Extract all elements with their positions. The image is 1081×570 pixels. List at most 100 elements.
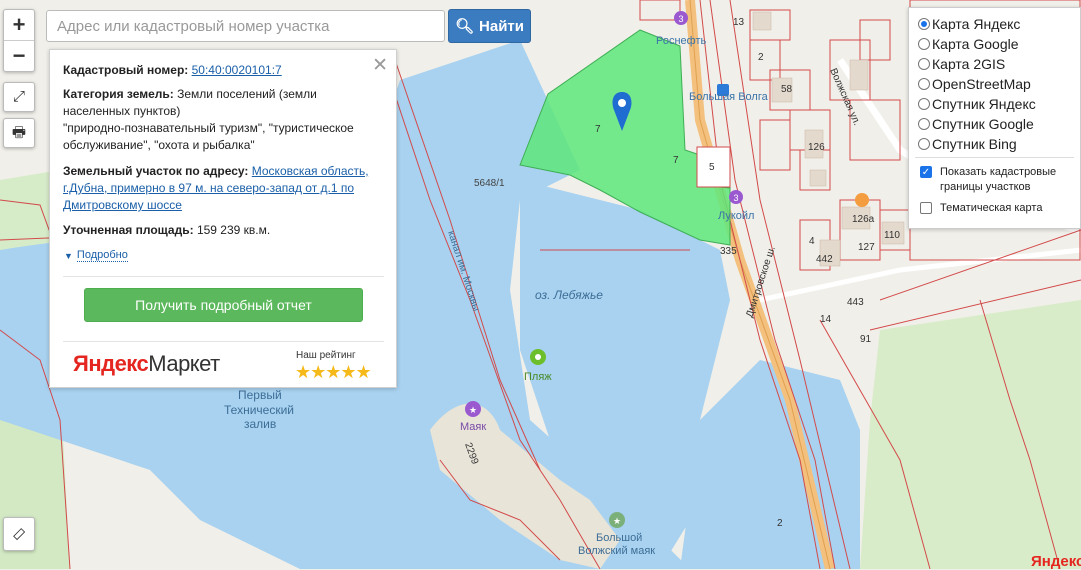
zoom-control: + − (3, 9, 35, 72)
layer-option-label: OpenStreetMap (932, 76, 1031, 92)
label-lukoil: Лукойл (718, 210, 754, 222)
label-n58: 58 (781, 84, 793, 95)
label-n335: 335 (720, 246, 737, 257)
divider (63, 341, 384, 342)
radio-icon (918, 118, 930, 130)
checkbox-unchecked-icon (920, 202, 932, 214)
label-big-mayak-1: Большой (596, 532, 642, 544)
label-n13: 13 (733, 17, 745, 28)
layer-option-label: Спутник Bing (932, 136, 1017, 152)
svg-text:★: ★ (613, 516, 621, 526)
ruler-icon: ▭ (7, 522, 30, 545)
label-rosneft: Роснефть (656, 35, 707, 47)
radio-icon (918, 78, 930, 90)
cadastral-number-link[interactable]: 50:40:0020101:7 (192, 63, 282, 77)
layer-option-label: Спутник Яндекс (932, 96, 1036, 112)
label-n110: 110 (884, 230, 900, 241)
layer-option-label: Карта Яндекс (932, 16, 1021, 32)
divider (915, 157, 1074, 158)
rating-stars: ★★★★★ (295, 362, 372, 382)
svg-text:★: ★ (469, 405, 477, 415)
layer-option[interactable]: OpenStreetMap (918, 76, 1031, 92)
yandex-logo-text: Яндекс (73, 351, 149, 376)
label-bay-2: Технический (224, 403, 294, 417)
yandex-market-logo[interactable]: ЯндексМаркет (73, 351, 220, 377)
lighthouse-icon[interactable]: ★ (465, 401, 481, 417)
zoom-in-button[interactable]: + (4, 10, 34, 40)
label-n126: 126 (808, 142, 825, 153)
area-value: 159 239 кв.м. (196, 223, 271, 237)
label-n14: 14 (820, 314, 832, 325)
label-n4: 4 (809, 236, 815, 247)
label-n127: 127 (858, 242, 875, 253)
cadastral-boundaries-checkbox[interactable]: ✓ Показать кадастровые границы участков (920, 165, 1080, 195)
cadastral-boundaries-label: Показать кадастровые границы участков (940, 166, 1057, 193)
layer-option[interactable]: Спутник Bing (918, 136, 1017, 152)
label-n5: 5 (709, 162, 715, 173)
category-row: Категория земель: Земли поселений (земли… (63, 86, 373, 154)
layer-option-label: Карта Google (932, 36, 1019, 52)
market-logo-text: Маркет (148, 351, 220, 376)
parcel-info-panel: ✕ Кадастровый номер: 50:40:0020101:7 Кат… (49, 49, 397, 388)
label-n443: 443 (847, 297, 864, 308)
divider (63, 276, 384, 277)
address-row: Земельный участок по адресу: Московская … (63, 163, 373, 214)
close-icon[interactable]: ✕ (372, 54, 388, 77)
yandex-brand: Яндекс (1031, 553, 1081, 570)
thematic-map-checkbox[interactable]: Тематическая карта (920, 201, 1042, 216)
lighthouse-icon-big[interactable]: ★ (609, 512, 625, 528)
label-n7b: 7 (673, 155, 679, 166)
fullscreen-button[interactable]: ⤢ (3, 82, 35, 112)
label-mayak: Маяк (460, 421, 486, 433)
search-button-label: Найти (479, 17, 524, 35)
layer-option-label: Спутник Google (932, 116, 1034, 132)
food-icon[interactable] (855, 193, 869, 207)
layer-option[interactable]: Карта Google (918, 36, 1019, 52)
label-n2b: 2 (777, 518, 783, 529)
fuel-icon-lukoil[interactable]: 3 (729, 190, 743, 204)
layer-option[interactable]: Спутник Google (918, 116, 1034, 132)
label-n442: 442 (816, 254, 833, 265)
beach-icon[interactable] (530, 349, 546, 365)
radio-icon (918, 98, 930, 110)
label-bay-1: Первый (238, 388, 282, 402)
address-label: Земельный участок по адресу: (63, 164, 249, 178)
svg-text:3: 3 (678, 14, 683, 24)
ruler-button[interactable]: ▭ (3, 517, 35, 551)
search-input[interactable] (46, 10, 445, 42)
zoom-out-button[interactable]: − (4, 40, 34, 71)
print-button[interactable]: 🖶 (3, 118, 35, 148)
label-n91: 91 (860, 334, 872, 345)
layer-option-label: Карта 2GIS (932, 56, 1006, 72)
label-big-volga: Большая Волга (689, 91, 769, 103)
cadastral-label: Кадастровый номер: (63, 63, 189, 77)
label-n7a: 7 (595, 124, 601, 135)
label-parcel-ref: 5648/1 (474, 178, 505, 189)
checkbox-checked-icon: ✓ (920, 166, 932, 178)
category-label: Категория земель: (63, 87, 174, 101)
radio-icon (918, 38, 930, 50)
search-button[interactable]: 🔍︎ Найти (448, 9, 531, 43)
category-uses: "природно-познавательный туризм", "турис… (63, 121, 354, 152)
get-report-button[interactable]: Получить подробный отчет (84, 288, 363, 322)
layer-option[interactable]: Карта Яндекс (918, 16, 1020, 32)
map-layer-switcher: Карта Яндекс Карта Google Карта 2GIS OpenSt… (908, 7, 1081, 229)
rating-label: Наш рейтинг (296, 350, 356, 361)
details-label: Подробно (76, 249, 128, 262)
label-lake: оз. Лебяжье (535, 288, 603, 302)
details-toggle[interactable]: ▼ Подробно (64, 249, 128, 262)
label-n2a: 2 (758, 52, 764, 63)
expand-icon: ⤢ (12, 88, 25, 105)
label-beach: Пляж (524, 371, 552, 383)
label-bay-3: залив (244, 417, 276, 431)
fuel-icon[interactable]: 3 (674, 11, 688, 25)
search-icon: 🔍︎ (454, 18, 475, 35)
layer-option[interactable]: Спутник Яндекс (918, 96, 1036, 112)
printer-icon: 🖶 (11, 124, 27, 141)
svg-text:3: 3 (733, 193, 738, 203)
forest-area-right (860, 300, 1081, 569)
layer-option[interactable]: Карта 2GIS (918, 56, 1005, 72)
radio-icon (918, 58, 930, 70)
area-label: Уточненная площадь: (63, 223, 194, 237)
label-big-mayak-2: Волжский маяк (578, 545, 655, 557)
